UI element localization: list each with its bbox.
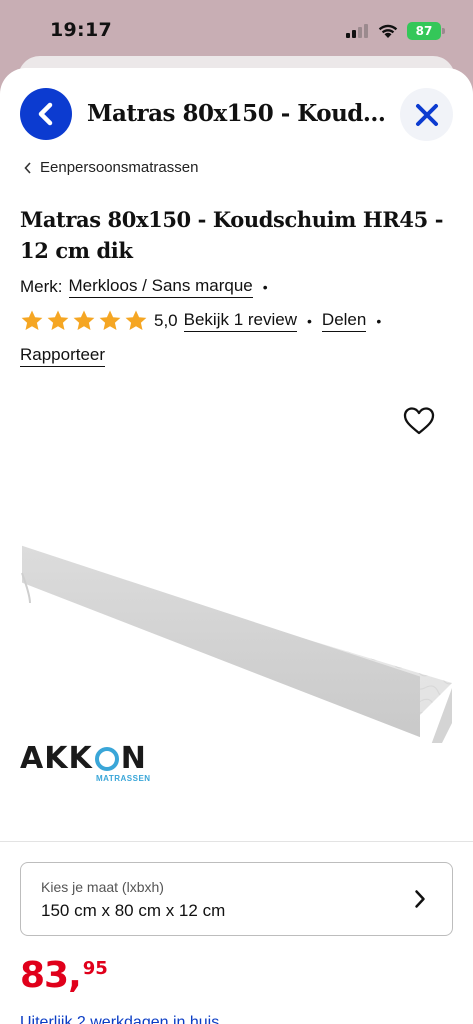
product-image[interactable]: AKK N MATRASSEN <box>0 483 473 783</box>
cellular-signal-icon <box>346 24 372 38</box>
brand-link[interactable]: Merkloos / Sans marque <box>68 276 253 298</box>
size-value: 150 cm x 80 cm x 12 cm <box>41 901 226 920</box>
heart-icon <box>403 407 435 435</box>
separator-dot: • <box>262 279 268 295</box>
brand-label: Merk: <box>20 277 63 296</box>
breadcrumb-label[interactable]: Eenpersoonsmatrassen <box>40 159 198 176</box>
price-main: 83, <box>20 955 82 996</box>
price-cents: 95 <box>82 958 108 979</box>
report-line: Rapporteer <box>20 345 106 367</box>
header-title: Matras 80x150 - Koudschuim HR45 - 12 cm … <box>87 100 387 127</box>
separator-dot: • <box>307 313 312 329</box>
breadcrumb[interactable]: Eenpersoonsmatrassen <box>24 159 198 176</box>
rating-line: 5,0 Bekijk 1 review • Delen • <box>20 309 391 333</box>
logo-text-1: AKK <box>20 741 93 776</box>
star-icon <box>99 310 121 330</box>
product-title: Matras 80x150 - Koudschuim HR45 - 12 cm … <box>20 207 444 263</box>
star-icon <box>73 310 95 330</box>
mattress-illustration <box>21 545 452 783</box>
logo-o-icon <box>94 746 119 771</box>
chevron-left-small-icon <box>24 161 31 174</box>
sheet-header: Matras 80x150 - Koudschuim HR45 - 12 cm … <box>0 88 473 144</box>
wifi-icon <box>378 24 398 38</box>
product-sheet: Matras 80x150 - Koudschuim HR45 - 12 cm … <box>0 68 473 1024</box>
size-selector[interactable]: Kies je maat (lxbxh) 150 cm x 80 cm x 12… <box>20 862 453 936</box>
star-icon <box>47 310 69 330</box>
star-rating <box>20 309 148 333</box>
separator-dot: • <box>376 313 382 329</box>
close-button[interactable] <box>400 88 453 141</box>
review-link[interactable]: Bekijk 1 review <box>183 310 298 332</box>
divider <box>0 841 473 842</box>
logo-subtitle: MATRASSEN <box>96 774 151 783</box>
size-label: Kies je maat (lxbxh) <box>41 879 164 895</box>
delivery-text: Uiterlijk 2 werkdagen in huis <box>20 1014 220 1024</box>
share-link[interactable]: Delen <box>321 310 367 332</box>
logo-text-2: N <box>120 741 147 776</box>
brand-logo: AKK N MATRASSEN <box>20 741 151 783</box>
chevron-right-icon <box>415 890 425 908</box>
star-icon <box>125 310 147 330</box>
status-time: 19:17 <box>50 19 112 41</box>
price: 83, 95 <box>20 956 108 996</box>
close-icon <box>415 103 438 126</box>
report-link[interactable]: Rapporteer <box>20 345 106 367</box>
favorite-button[interactable] <box>403 406 435 436</box>
star-icon <box>21 310 43 330</box>
brand-line: Merk: Merkloos / Sans marque • <box>20 276 278 298</box>
chevron-left-icon <box>38 102 53 126</box>
back-button[interactable] <box>20 88 72 140</box>
rating-value: 5,0 <box>154 311 178 330</box>
status-bar: 19:17 87 <box>0 0 473 62</box>
battery-indicator: 87 <box>407 22 445 40</box>
